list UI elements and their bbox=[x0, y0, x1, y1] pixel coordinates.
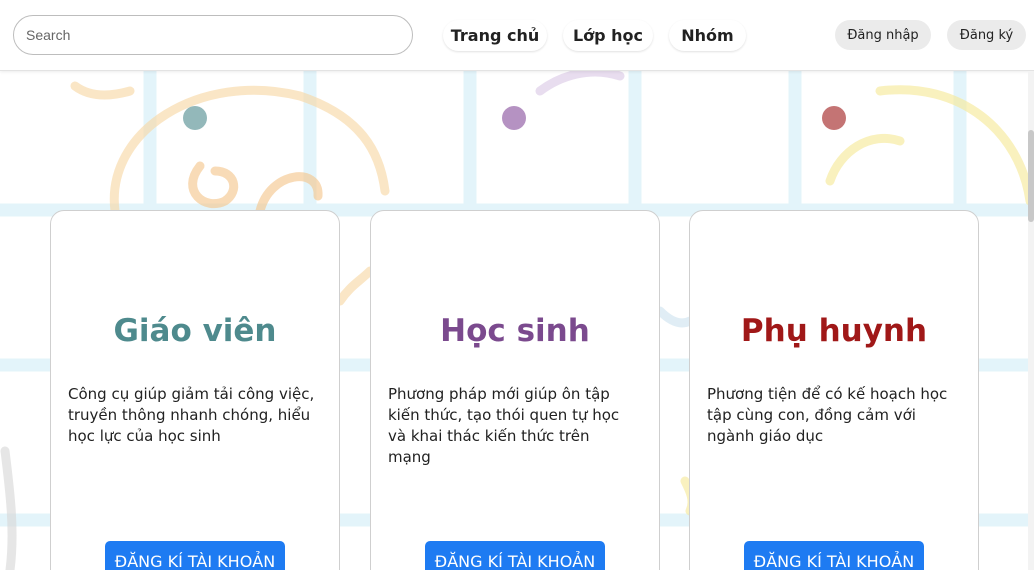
card-title: Giáo viên bbox=[113, 313, 277, 349]
scrollbar-thumb[interactable] bbox=[1028, 130, 1034, 222]
nav-classes-button[interactable]: Lớp học bbox=[563, 20, 653, 51]
student-dot-icon bbox=[502, 106, 526, 130]
parent-dot-icon bbox=[822, 106, 846, 130]
student-card: Học sinh Phương pháp mới giúp ôn tập kiế… bbox=[370, 210, 660, 570]
card-description: Phương tiện để có kế hoạch học tập cùng … bbox=[707, 385, 948, 445]
card-title: Học sinh bbox=[440, 313, 590, 349]
card-title: Phụ huynh bbox=[740, 313, 928, 349]
card-description: Phương pháp mới giúp ôn tập kiến thức, t… bbox=[388, 385, 620, 466]
top-navbar: Trang chủ Lớp học Nhóm Đăng nhập Đăng ký bbox=[0, 0, 1034, 71]
register-student-button[interactable]: ĐĂNG KÍ TÀI KHOẢN bbox=[425, 541, 605, 570]
login-button[interactable]: Đăng nhập bbox=[835, 20, 931, 50]
nav-groups-button[interactable]: Nhóm bbox=[669, 20, 746, 51]
signup-button[interactable]: Đăng ký bbox=[947, 20, 1026, 50]
teacher-card: Giáo viên Công cụ giúp giảm tải công việ… bbox=[50, 210, 340, 570]
register-parent-button[interactable]: ĐĂNG KÍ TÀI KHOẢN bbox=[744, 541, 924, 570]
search-input[interactable] bbox=[13, 15, 413, 55]
card-description: Công cụ giúp giảm tải công việc, truyền … bbox=[68, 385, 315, 445]
teacher-dot-icon bbox=[183, 106, 207, 130]
nav-home-button[interactable]: Trang chủ bbox=[443, 20, 547, 51]
parent-card: Phụ huynh Phương tiện để có kế hoạch học… bbox=[689, 210, 979, 570]
register-teacher-button[interactable]: ĐĂNG KÍ TÀI KHOẢN bbox=[105, 541, 285, 570]
